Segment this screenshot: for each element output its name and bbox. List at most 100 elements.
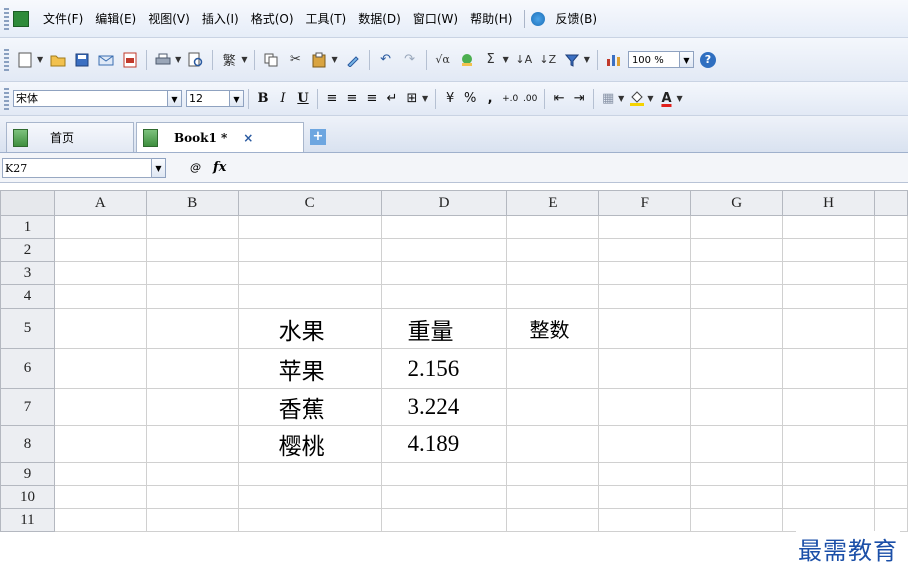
cell-f5[interactable] [598,308,692,349]
cell-a6[interactable] [53,348,147,389]
cell-h9[interactable] [782,462,875,486]
cell-g3[interactable] [690,261,784,285]
cell-c1[interactable] [237,215,382,239]
column-header-i[interactable] [873,190,908,216]
cell-h10[interactable] [782,485,875,509]
cell-g1[interactable] [690,215,784,239]
cell-a11[interactable] [53,508,147,532]
cell-f4[interactable] [598,284,692,309]
tab-close-icon[interactable]: × [243,131,253,145]
tab-home[interactable]: 首页 [6,122,134,152]
cell-i4[interactable] [873,284,908,309]
new-icon[interactable] [15,50,35,70]
cell-d5[interactable]: 重量 [380,308,508,349]
cut-icon[interactable]: ✂ [285,50,305,70]
name-box-dropdown-icon[interactable]: ▼ [152,157,166,178]
column-header-c[interactable]: C [237,190,382,216]
align-center-icon[interactable]: ≡ [343,89,361,109]
menu-insert[interactable]: 插入(I) [196,10,245,27]
cell-e10[interactable] [506,485,600,509]
cell-f9[interactable] [598,462,692,486]
fx-icon[interactable]: fx [213,160,226,175]
row-header[interactable]: 9 [0,462,55,486]
cell-a3[interactable] [53,261,147,285]
borders-dropdown-icon[interactable]: ▼ [618,94,624,103]
formula-icon[interactable]: √α [433,50,453,70]
cell-a9[interactable] [53,462,147,486]
format-painter-icon[interactable] [343,50,363,70]
cell-h4[interactable] [782,284,875,309]
cell-f2[interactable] [598,238,692,262]
borders-icon[interactable]: ▦ [599,89,617,109]
merge-dropdown-icon[interactable]: ▼ [422,94,428,103]
zoom-dropdown-icon[interactable]: ▼ [679,51,694,68]
row-header[interactable]: 4 [0,284,55,309]
column-header-g[interactable]: G [690,190,784,216]
cell-e7[interactable] [506,388,600,426]
select-all-corner[interactable] [0,190,55,216]
cell-c2[interactable] [237,238,382,262]
cell-g9[interactable] [690,462,784,486]
cell-a5[interactable] [53,308,147,349]
cell-f6[interactable] [598,348,692,389]
cell-c5[interactable]: 水果 [237,308,382,349]
filter-dropdown-icon[interactable]: ▼ [584,55,590,64]
cell-g10[interactable] [690,485,784,509]
cell-h2[interactable] [782,238,875,262]
cell-i5[interactable] [873,308,908,349]
chart-icon[interactable] [604,50,624,70]
cell-b9[interactable] [145,462,239,486]
cell-a10[interactable] [53,485,147,509]
toolbar-grip-icon[interactable] [4,48,9,71]
cell-c9[interactable] [237,462,382,486]
cell-i8[interactable] [873,425,908,463]
cell-b8[interactable] [145,425,239,463]
pdf-icon[interactable] [120,50,140,70]
cell-e8[interactable] [506,425,600,463]
cell-d7[interactable]: 3.224 [380,388,508,426]
traditional-chinese-icon[interactable]: 繁 [219,50,239,70]
formula-input[interactable] [236,158,908,178]
cell-i7[interactable] [873,388,908,426]
menu-edit[interactable]: 编辑(E) [89,10,142,27]
cell-d8[interactable]: 4.189 [380,425,508,463]
cell-i10[interactable] [873,485,908,509]
cell-g11[interactable] [690,508,784,532]
column-header-h[interactable]: H [782,190,875,216]
cell-h8[interactable] [782,425,875,463]
row-header[interactable]: 6 [0,348,55,389]
cell-c4[interactable] [237,284,382,309]
cell-b5[interactable] [145,308,239,349]
merge-cells-icon[interactable]: ⊞ [403,89,421,109]
copy-icon[interactable] [261,50,281,70]
menu-help[interactable]: 帮助(H) [464,10,518,27]
tab-book1[interactable]: Book1 * × [136,122,304,152]
new-dropdown-icon[interactable]: ▼ [37,55,43,64]
cell-g5[interactable] [690,308,784,349]
cell-e9[interactable] [506,462,600,486]
row-header[interactable]: 3 [0,261,55,285]
cell-f1[interactable] [598,215,692,239]
cell-h3[interactable] [782,261,875,285]
cell-c10[interactable] [237,485,382,509]
cell-b11[interactable] [145,508,239,532]
row-header[interactable]: 8 [0,425,55,463]
filter-icon[interactable] [562,50,582,70]
column-header-e[interactable]: E [506,190,600,216]
sort-asc-icon[interactable]: ↓A [514,50,534,70]
toolbar-grip-icon[interactable] [4,7,9,30]
row-header[interactable]: 7 [0,388,55,426]
cell-e5[interactable]: 整数 [506,308,600,349]
fill-color-dropdown-icon[interactable]: ▼ [647,94,653,103]
font-color-button[interactable]: A [657,89,675,109]
mail-icon[interactable] [96,50,116,70]
cell-d4[interactable] [380,284,508,309]
cell-b7[interactable] [145,388,239,426]
cell-b2[interactable] [145,238,239,262]
cell-a7[interactable] [53,388,147,426]
cell-b3[interactable] [145,261,239,285]
sort-desc-icon[interactable]: ↓Z [538,50,558,70]
font-color-dropdown-icon[interactable]: ▼ [676,94,682,103]
cell-e1[interactable] [506,215,600,239]
print-preview-icon[interactable] [186,50,206,70]
